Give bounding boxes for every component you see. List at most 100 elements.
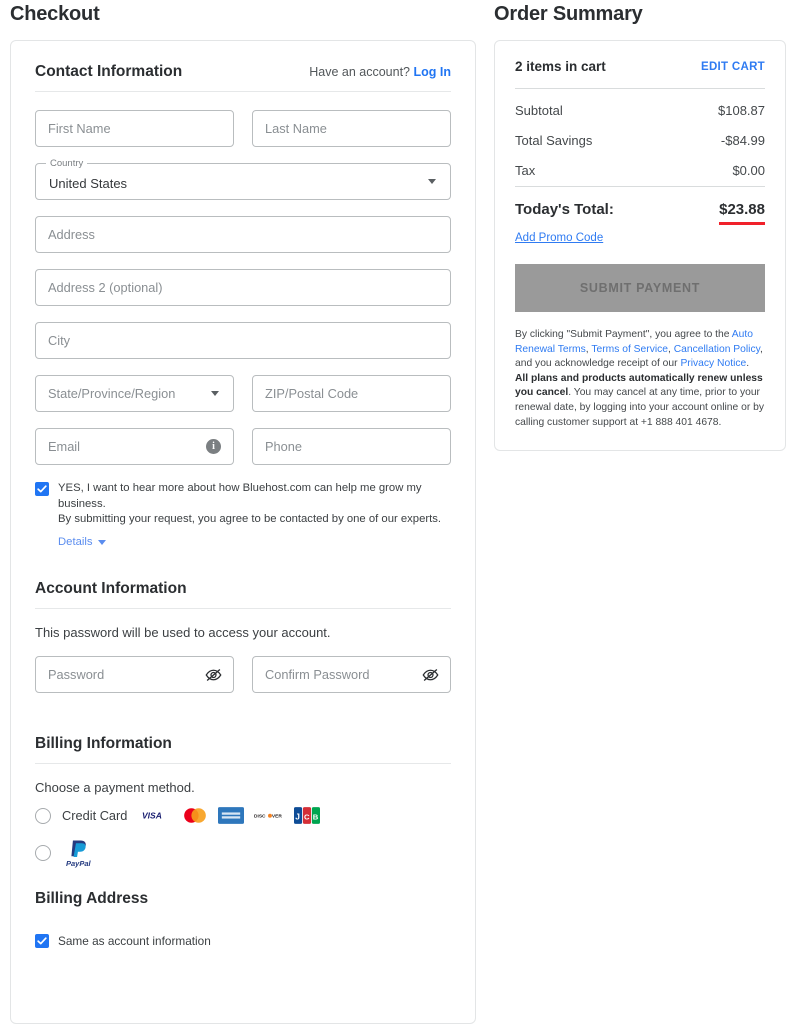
mastercard-icon (184, 808, 207, 823)
billing-divider (35, 763, 451, 764)
total-underline (719, 222, 765, 225)
confirm-password-placeholder: Confirm Password (265, 667, 370, 682)
checkbox-checked-icon[interactable] (35, 934, 49, 948)
subtotal-value: $108.87 (718, 103, 765, 118)
email-placeholder: Email (48, 439, 80, 454)
payment-option-paypal[interactable]: PayPal (35, 838, 451, 868)
edit-cart-link[interactable]: EDIT CART (701, 61, 765, 73)
state-select[interactable]: State/Province/Region (35, 375, 234, 412)
address-row: Address (35, 216, 451, 253)
email-input[interactable]: Email i (35, 428, 234, 465)
savings-value: -$84.99 (720, 133, 765, 148)
zip-input[interactable]: ZIP/Postal Code (252, 375, 451, 412)
page-title: Checkout (10, 3, 100, 25)
summary-line-tax: Tax $0.00 (515, 163, 765, 178)
last-name-input[interactable]: Last Name (252, 110, 451, 147)
add-promo-code-link[interactable]: Add Promo Code (515, 232, 603, 244)
marketing-optin[interactable]: YES, I want to hear more about how Blueh… (35, 481, 451, 550)
contact-heading: Contact Information (35, 63, 183, 80)
savings-label: Total Savings (515, 133, 593, 148)
items-in-cart: 2 items in cart (515, 59, 606, 74)
account-heading: Account Information (35, 580, 187, 597)
checkbox-checked-icon[interactable] (35, 482, 49, 496)
contact-divider (35, 91, 451, 92)
privacy-notice-link[interactable]: Privacy Notice (680, 358, 746, 369)
password-input[interactable]: Password (35, 656, 234, 693)
svg-text:VISA: VISA (142, 811, 162, 821)
zip-placeholder: ZIP/Postal Code (265, 386, 359, 401)
address2-input[interactable]: Address 2 (optional) (35, 269, 451, 306)
tax-value: $0.00 (732, 163, 765, 178)
svg-text:C: C (304, 812, 310, 821)
phone-placeholder: Phone (265, 439, 303, 454)
total-value-wrap: $23.88 (719, 201, 765, 225)
checkout-column: Checkout Contact Information Have an acc… (10, 0, 476, 1024)
checkout-form-card: Contact Information Have an account? Log… (10, 40, 476, 1024)
same-as-account-label: Same as account information (58, 933, 211, 948)
eye-off-icon[interactable] (422, 668, 439, 682)
login-link[interactable]: Log In (414, 65, 452, 79)
paypal-wordmark: PayPal (66, 859, 91, 868)
payment-method-label: Choose a payment method. (35, 780, 195, 795)
credit-card-label: Credit Card (62, 808, 128, 823)
contact-section-header: Contact Information Have an account? Log… (35, 63, 451, 91)
order-summary-card: 2 items in cart EDIT CART Subtotal $108.… (494, 40, 786, 452)
tax-label: Tax (515, 163, 536, 178)
radio-paypal[interactable] (35, 845, 51, 861)
amex-icon (218, 807, 245, 824)
address2-row: Address 2 (optional) (35, 269, 451, 306)
jcb-icon: JCB (294, 807, 321, 824)
password-hint: This password will be used to access you… (35, 625, 331, 640)
legal-p1: By clicking "Submit Payment", you agree … (515, 329, 732, 340)
summary-line-subtotal: Subtotal $108.87 (515, 103, 765, 118)
total-label: Today's Total: (515, 201, 614, 218)
cancellation-policy-link[interactable]: Cancellation Policy (674, 344, 760, 355)
billing-section-header: Billing Information (35, 735, 451, 763)
optin-text: YES, I want to hear more about how Blueh… (58, 481, 451, 550)
payment-option-credit-card[interactable]: Credit Card VISA DISC VER JCB (35, 807, 451, 824)
address2-placeholder: Address 2 (optional) (48, 280, 163, 295)
optin-line-1: YES, I want to hear more about how Blueh… (58, 482, 422, 510)
last-name-placeholder: Last Name (265, 121, 327, 136)
svg-text:VER: VER (272, 813, 282, 819)
eye-off-icon[interactable] (205, 668, 222, 682)
todays-total-row: Today's Total: $23.88 (515, 201, 765, 225)
details-toggle[interactable]: Details (58, 535, 451, 551)
confirm-password-input[interactable]: Confirm Password (252, 656, 451, 693)
svg-text:DISC: DISC (254, 813, 266, 819)
same-as-account-checkbox-row[interactable]: Same as account information (35, 933, 451, 948)
summary-line-savings: Total Savings -$84.99 (515, 133, 765, 148)
first-name-placeholder: First Name (48, 121, 111, 136)
country-select[interactable]: Country United States (35, 158, 451, 200)
state-placeholder: State/Province/Region (48, 386, 176, 401)
billing-heading: Billing Information (35, 735, 172, 752)
terms-of-service-link[interactable]: Terms of Service (591, 344, 668, 355)
radio-credit-card[interactable] (35, 807, 51, 824)
billing-address-divider (35, 918, 451, 919)
discover-icon: DISC VER (254, 813, 282, 819)
details-label: Details (58, 535, 93, 548)
cart-header: 2 items in cart EDIT CART (515, 59, 765, 74)
billing-address-heading: Billing Address (35, 890, 149, 907)
first-name-input[interactable]: First Name (35, 110, 234, 147)
city-row: City (35, 322, 451, 359)
svg-text:J: J (296, 811, 301, 821)
password-placeholder: Password (48, 667, 105, 682)
order-summary-column: Order Summary 2 items in cart EDIT CART … (494, 0, 786, 452)
password-row: Password Confirm Password (35, 656, 451, 693)
phone-input[interactable]: Phone (252, 428, 451, 465)
legal-disclaimer: By clicking "Submit Payment", you agree … (515, 328, 765, 430)
account-prompt: Have an account? Log In (309, 65, 451, 79)
address-placeholder: Address (48, 227, 95, 242)
chevron-down-icon (428, 179, 436, 184)
checkout-page: Checkout Contact Information Have an acc… (0, 0, 795, 1024)
submit-payment-button[interactable]: SUBMIT PAYMENT (515, 264, 765, 312)
total-value: $23.88 (719, 201, 765, 218)
svg-text:B: B (313, 812, 319, 821)
address-input[interactable]: Address (35, 216, 451, 253)
country-value: United States (49, 176, 128, 191)
paypal-icon: PayPal (66, 838, 91, 868)
info-icon[interactable]: i (206, 439, 221, 454)
city-input[interactable]: City (35, 322, 451, 359)
